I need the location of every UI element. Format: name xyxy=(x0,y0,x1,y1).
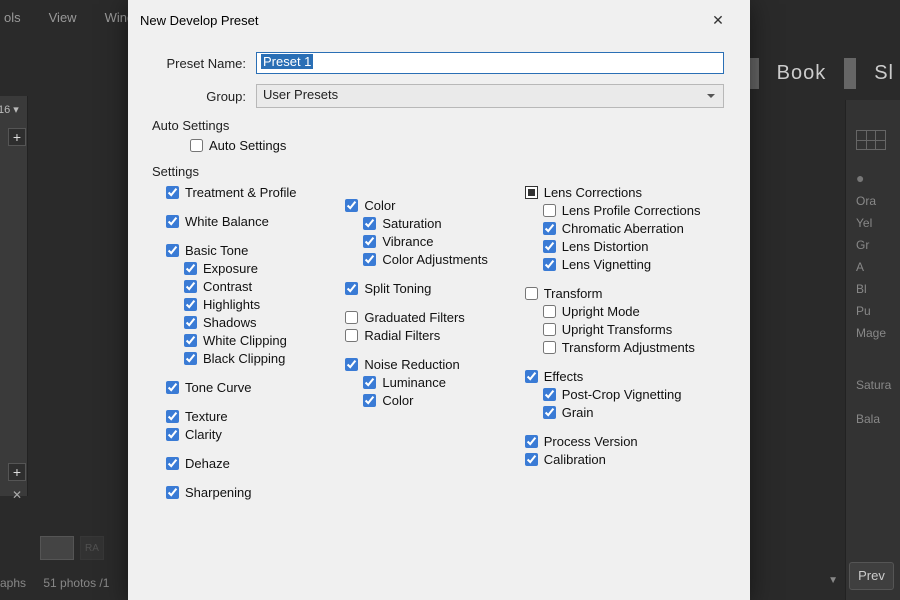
settings-col-1: Treatment & Profile White Balance Basic … xyxy=(166,183,345,513)
dialog-title: New Develop Preset xyxy=(140,13,259,28)
transform-checkbox[interactable]: Transform xyxy=(525,285,724,302)
upright-transforms-checkbox[interactable]: Upright Transforms xyxy=(543,321,724,338)
module-slideshow[interactable]: Sl xyxy=(868,58,900,89)
basic-tone-checkbox[interactable]: Basic Tone xyxy=(166,242,345,259)
noise-reduction-checkbox[interactable]: Noise Reduction xyxy=(345,356,524,373)
menu-view[interactable]: View xyxy=(45,8,81,27)
color-label: Bl xyxy=(846,278,900,300)
close-button[interactable]: ✕ xyxy=(698,8,738,32)
vibrance-checkbox[interactable]: Vibrance xyxy=(363,233,524,250)
new-develop-preset-dialog: New Develop Preset ✕ Preset Name: Preset… xyxy=(128,0,750,600)
preset-name-label: Preset Name: xyxy=(154,56,246,71)
shadows-checkbox[interactable]: Shadows xyxy=(184,314,345,331)
tone-curve-checkbox[interactable]: Tone Curve xyxy=(166,379,345,396)
bg-footer: aphs 51 photos /1 xyxy=(0,576,123,590)
lens-vignetting-checkbox[interactable]: Lens Vignetting xyxy=(543,256,724,273)
bg-filmstrip: RA xyxy=(40,536,104,560)
sharpening-checkbox[interactable]: Sharpening xyxy=(166,484,345,501)
lens-distortion-checkbox[interactable]: Lens Distortion xyxy=(543,238,724,255)
add-icon[interactable]: + xyxy=(8,463,26,481)
color-label: Pu xyxy=(846,300,900,322)
graduated-filters-checkbox[interactable]: Graduated Filters xyxy=(345,309,524,326)
preset-name-value: Preset 1 xyxy=(261,54,313,69)
lens-corrections-checkbox[interactable]: Lens Corrections xyxy=(525,184,724,201)
bg-left-panel xyxy=(0,96,28,496)
noise-color-checkbox[interactable]: Color xyxy=(363,392,524,409)
split-toning-checkbox[interactable]: Split Toning xyxy=(345,280,524,297)
chevron-down-icon[interactable]: ▼ xyxy=(828,575,838,586)
effects-checkbox[interactable]: Effects xyxy=(525,368,724,385)
dialog-titlebar: New Develop Preset ✕ xyxy=(128,0,750,40)
auto-settings-section: Auto Settings xyxy=(152,118,724,133)
saturation-checkbox[interactable]: Saturation xyxy=(363,215,524,232)
color-checkbox[interactable]: Color xyxy=(345,197,524,214)
auto-settings-checkbox[interactable]: Auto Settings xyxy=(190,137,724,154)
chromatic-aberration-checkbox[interactable]: Chromatic Aberration xyxy=(543,220,724,237)
highlights-checkbox[interactable]: Highlights xyxy=(184,296,345,313)
bg-left-label: 16 ▾ xyxy=(0,103,19,116)
add-icon[interactable]: + xyxy=(8,128,26,146)
menu-tools[interactable]: ols xyxy=(0,8,25,27)
clarity-checkbox[interactable]: Clarity xyxy=(166,426,345,443)
process-version-checkbox[interactable]: Process Version xyxy=(525,433,724,450)
color-label: Ora xyxy=(846,190,900,212)
disclosure-icon[interactable]: ● xyxy=(856,170,900,186)
radial-filters-checkbox[interactable]: Radial Filters xyxy=(345,327,524,344)
module-book[interactable]: Book xyxy=(771,58,833,89)
white-clipping-checkbox[interactable]: White Clipping xyxy=(184,332,345,349)
group-select[interactable]: User Presets xyxy=(256,84,724,108)
color-label: Mage xyxy=(846,322,900,344)
filmstrip-ra-icon[interactable]: RA xyxy=(80,536,104,560)
settings-col-3: Lens Corrections Lens Profile Correction… xyxy=(525,183,724,513)
preset-name-input[interactable]: Preset 1 xyxy=(256,52,724,74)
texture-checkbox[interactable]: Texture xyxy=(166,408,345,425)
dehaze-checkbox[interactable]: Dehaze xyxy=(166,455,345,472)
group-label: Group: xyxy=(154,89,246,104)
group-selected-value: User Presets xyxy=(263,87,338,102)
treatment-profile-checkbox[interactable]: Treatment & Profile xyxy=(166,184,345,201)
white-balance-checkbox[interactable]: White Balance xyxy=(166,213,345,230)
black-clipping-checkbox[interactable]: Black Clipping xyxy=(184,350,345,367)
post-crop-vignetting-checkbox[interactable]: Post-Crop Vignetting xyxy=(543,386,724,403)
settings-section: Settings xyxy=(152,164,724,179)
panel-label: Bala xyxy=(846,408,900,430)
module-separator xyxy=(844,58,856,89)
color-label: A xyxy=(846,256,900,278)
bg-right-panel: ● Ora Yel Gr A Bl Pu Mage Satura Bala xyxy=(845,100,900,600)
upright-mode-checkbox[interactable]: Upright Mode xyxy=(543,303,724,320)
panel-label: Satura xyxy=(846,374,900,396)
footer-label: aphs xyxy=(0,576,26,590)
preview-button[interactable]: Prev xyxy=(849,562,894,590)
luminance-checkbox[interactable]: Luminance xyxy=(363,374,524,391)
grain-checkbox[interactable]: Grain xyxy=(543,404,724,421)
color-label: Gr xyxy=(846,234,900,256)
contrast-checkbox[interactable]: Contrast xyxy=(184,278,345,295)
transform-adjustments-checkbox[interactable]: Transform Adjustments xyxy=(543,339,724,356)
exposure-checkbox[interactable]: Exposure xyxy=(184,260,345,277)
film-thumb[interactable] xyxy=(40,536,74,560)
calibration-checkbox[interactable]: Calibration xyxy=(525,451,724,468)
crop-grid-icon[interactable] xyxy=(856,130,886,150)
settings-col-2: Color Saturation Vibrance Color Adjustme… xyxy=(345,183,524,513)
color-adjustments-checkbox[interactable]: Color Adjustments xyxy=(363,251,524,268)
footer-count: 51 photos /1 xyxy=(43,576,109,590)
color-label: Yel xyxy=(846,212,900,234)
close-icon[interactable]: ✕ xyxy=(8,486,26,504)
lens-profile-corrections-checkbox[interactable]: Lens Profile Corrections xyxy=(543,202,724,219)
